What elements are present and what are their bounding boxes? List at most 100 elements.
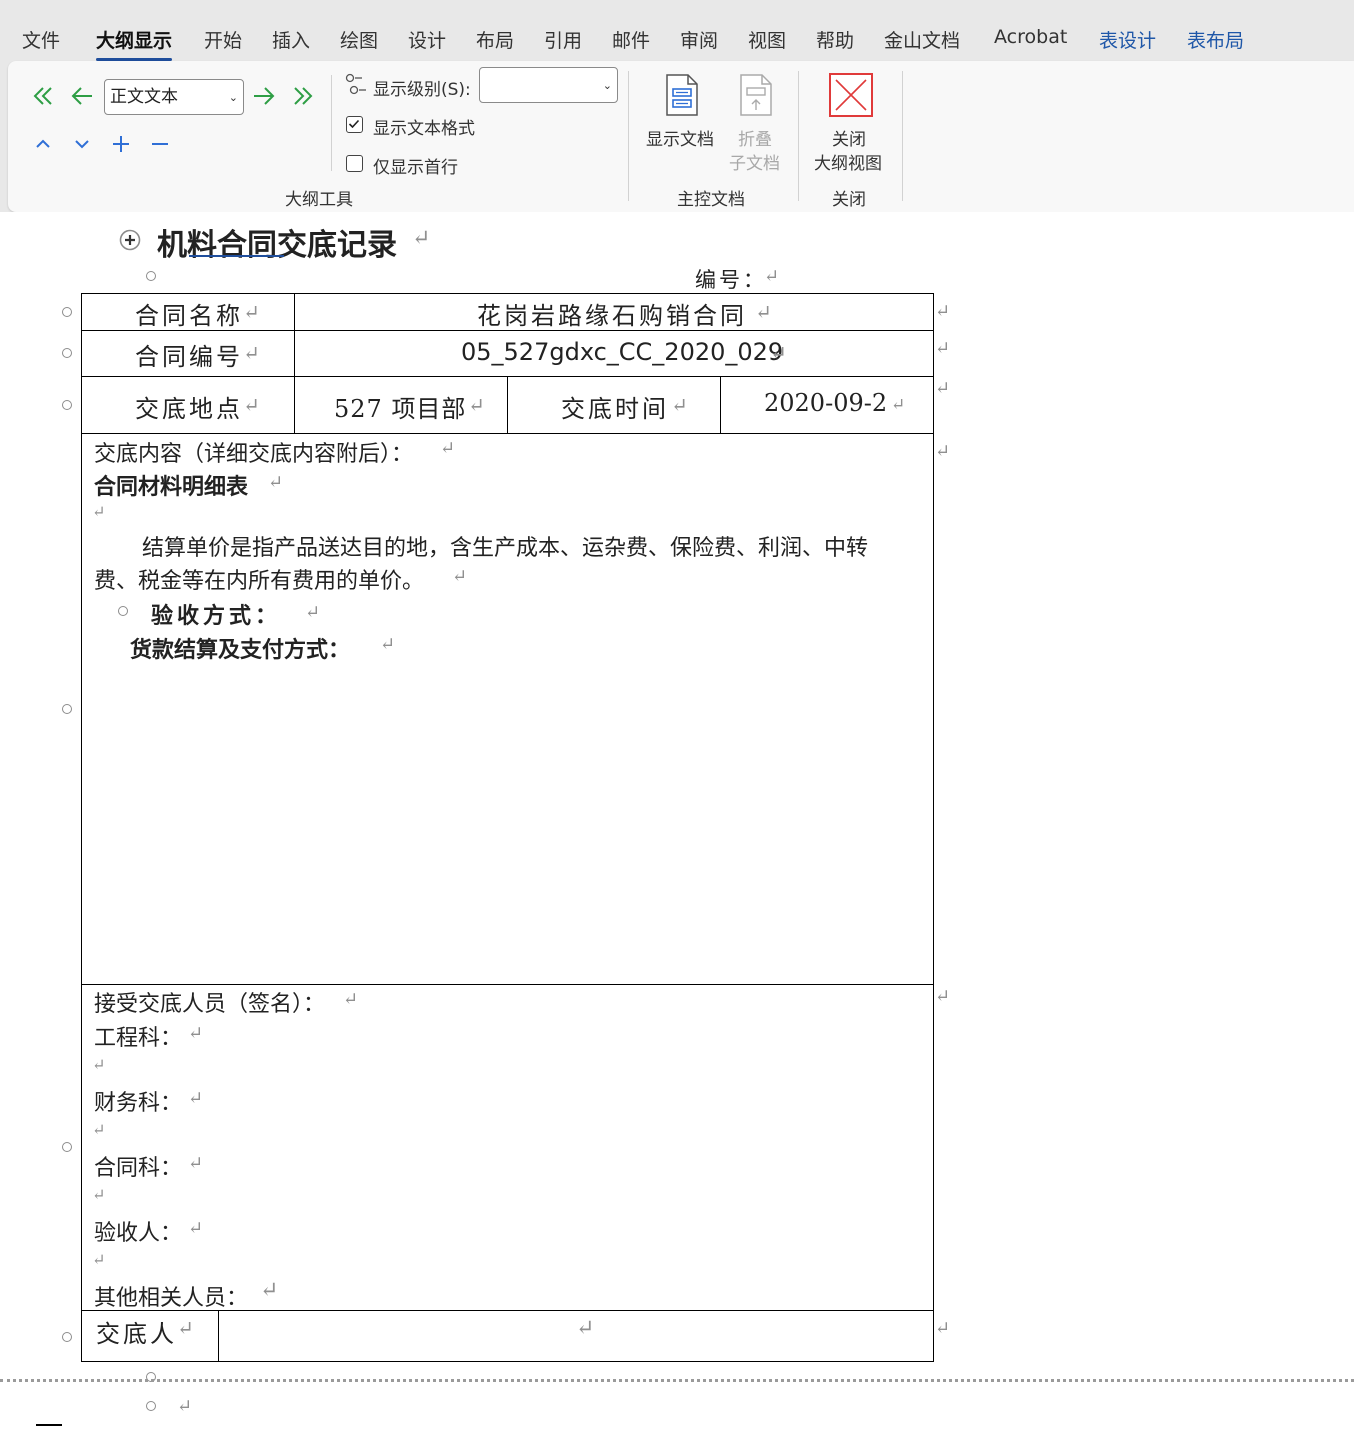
close-outline-view-button[interactable]: 关闭 大纲视图 [810, 69, 892, 179]
cell-end-mark: ↵ [576, 1316, 595, 1341]
separator [902, 71, 903, 201]
separator [331, 75, 332, 171]
paragraph-line1: 结算单价是指产品送达目的地，含生产成本、运杂费、保险费、利润、中转 [142, 536, 869, 561]
document-area[interactable]: 机料合同交底记录 ↵ 编号： ↵ ↵ ↵ ↵ ↵ ↵ ↵ 合同名称 ↵ 花岗岩路… [0, 212, 1354, 1450]
section-break-line [0, 1379, 1354, 1382]
paragraph-mark: ↵ [188, 1153, 204, 1174]
location-value: 527 项目部 [334, 395, 467, 423]
move-up-button[interactable] [28, 129, 58, 159]
table-border [294, 293, 295, 433]
tab-view[interactable]: 视图 [748, 26, 786, 53]
move-down-button[interactable] [67, 129, 97, 159]
table-border [218, 1310, 219, 1361]
show-level-select[interactable]: ⌄ [479, 67, 618, 103]
cell-end-mark: ↵ [177, 1316, 194, 1340]
tab-kingsoft-docs[interactable]: 金山文档 [884, 26, 960, 53]
tab-draw[interactable]: 绘图 [340, 26, 378, 53]
show-document-label: 显示文档 [646, 130, 714, 150]
paragraph-mark: ↵ [260, 1278, 279, 1303]
time-value: 2020-09-2 [764, 389, 888, 417]
expand-button[interactable] [106, 129, 136, 159]
paragraph-mark: ↵ [92, 502, 106, 521]
paragraph-mark: ↵ [92, 1185, 106, 1204]
contracts-label: 合同科： [94, 1156, 183, 1181]
separator [798, 71, 799, 201]
tab-file[interactable]: 文件 [22, 26, 60, 53]
minus-icon [152, 143, 168, 145]
tab-design[interactable]: 设计 [408, 26, 446, 53]
outline-bullet[interactable] [118, 606, 128, 616]
others-label: 其他相关人员： [94, 1286, 249, 1311]
outline-bullet[interactable] [62, 348, 72, 358]
outline-bullet[interactable] [62, 1332, 72, 1342]
cell-end-mark: ↵ [243, 393, 260, 417]
outline-level-select[interactable]: 正文文本 ⌄ [104, 79, 244, 115]
document-icon [666, 74, 698, 116]
paragraph-line2: 费、税金等在内所有费用的单价。 [94, 569, 425, 594]
cell-end-mark: ↵ [891, 395, 906, 415]
text-cursor [36, 1424, 62, 1426]
demote-to-body-text-button[interactable] [288, 81, 318, 111]
tab-acrobat[interactable]: Acrobat [994, 26, 1067, 48]
collapse-button[interactable] [145, 129, 175, 159]
promote-button[interactable] [67, 81, 97, 111]
acceptance-method: 验收方式： [151, 603, 282, 629]
tab-mailings[interactable]: 邮件 [612, 26, 650, 53]
promote-to-heading1-button[interactable] [28, 81, 58, 111]
outline-bullet[interactable] [62, 400, 72, 410]
show-text-format-checkbox[interactable] [346, 116, 363, 133]
number-label: 编号： [695, 268, 767, 292]
chevron-down-icon: ⌄ [602, 79, 612, 92]
close-group-label: 关闭 [832, 190, 866, 210]
double-right-arrow-icon [294, 87, 313, 105]
paragraph-mark: ↵ [440, 438, 456, 459]
collapse-subdocuments-button[interactable]: 折叠 子文档 [724, 69, 790, 179]
show-text-format-label: 显示文本格式 [373, 119, 475, 139]
tab-table-design[interactable]: 表设计 [1099, 26, 1156, 53]
tab-layout[interactable]: 布局 [476, 26, 514, 53]
tab-outline[interactable]: 大纲显示 [96, 26, 173, 61]
table-border [933, 293, 934, 1362]
table-border [720, 376, 721, 433]
outline-bullet[interactable] [62, 307, 72, 317]
table-border [81, 293, 934, 294]
row-end-mark: ↵ [935, 441, 951, 462]
paragraph-mark: ↵ [177, 1396, 193, 1417]
paragraph-mark: ↵ [305, 602, 321, 623]
paragraph-mark: ↵ [268, 472, 284, 493]
paragraph-mark: ↵ [380, 634, 396, 655]
document-title: 机料合同交底记录 [157, 228, 397, 263]
location-label: 交底地点 [135, 395, 243, 423]
tab-references[interactable]: 引用 [544, 26, 582, 53]
collapse-label-line1: 折叠 [738, 130, 772, 150]
inspector-label: 验收人： [94, 1221, 183, 1246]
tab-help[interactable]: 帮助 [816, 26, 854, 53]
outline-tools-group-label: 大纲工具 [285, 190, 353, 210]
table-border [81, 1361, 934, 1362]
demote-button[interactable] [249, 81, 279, 111]
outline-bullet[interactable] [146, 1401, 156, 1411]
outline-bullet[interactable] [146, 271, 156, 281]
tab-insert[interactable]: 插入 [272, 26, 310, 53]
plus-icon [113, 136, 129, 152]
row-end-mark: ↵ [935, 1318, 951, 1339]
cell-end-mark: ↵ [770, 341, 787, 365]
paragraph-mark: ↵ [188, 1088, 204, 1109]
tab-review[interactable]: 审阅 [680, 26, 718, 53]
collapse-label-line2: 子文档 [729, 154, 780, 174]
tab-home[interactable]: 开始 [204, 26, 242, 53]
outline-bullet[interactable] [62, 704, 72, 714]
close-icon [829, 73, 873, 117]
chevron-up-icon [36, 139, 50, 148]
table-border [81, 293, 82, 1362]
outline-level-value: 正文文本 [110, 87, 178, 107]
paragraph-mark: ↵ [188, 1023, 204, 1044]
tab-table-layout[interactable]: 表布局 [1187, 26, 1244, 53]
outline-expand-icon[interactable] [119, 229, 141, 251]
briefer-label: 交底人 [96, 1320, 177, 1348]
outline-bullet[interactable] [62, 1142, 72, 1152]
contract-name-label: 合同名称 [135, 302, 243, 330]
table-border [81, 984, 934, 985]
show-document-button[interactable]: 显示文档 [644, 69, 720, 169]
show-first-line-checkbox[interactable] [346, 155, 363, 172]
